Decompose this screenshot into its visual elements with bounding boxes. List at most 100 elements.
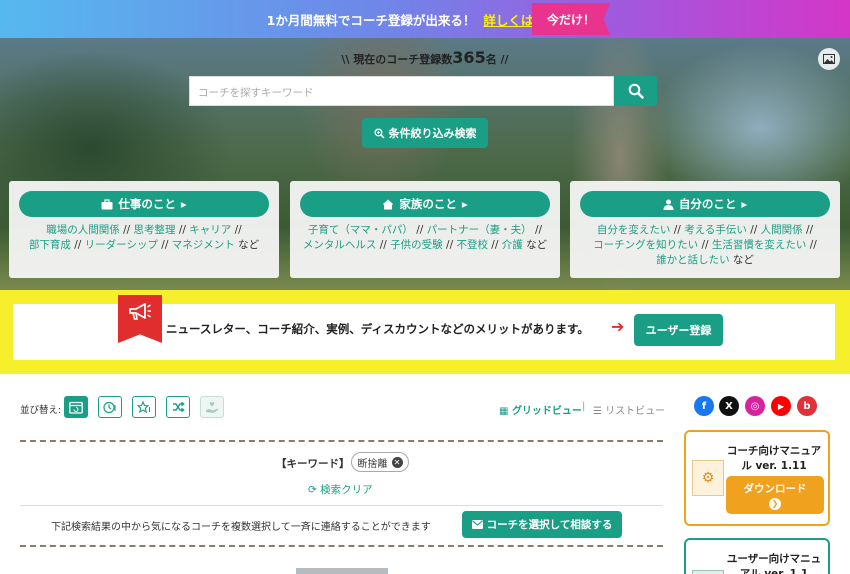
coach-manual-title: コーチ向けマニュアル ver. 1.11 [726, 445, 822, 472]
bulk-contact-button[interactable]: コーチを選択して相談する [462, 511, 622, 538]
coach-count-suffix: 名 // [485, 53, 509, 66]
category-card-family: 家族のこと ▸ 子育て（ママ・パパ） // パートナー（妻・夫） // メンタル… [290, 181, 560, 278]
sort-time-button[interactable] [98, 396, 122, 418]
coach-manual-card: ⚙ コーチ向けマニュアル ver. 1.11 ダウンロード ❯ [684, 430, 830, 526]
category-link[interactable]: パートナー（妻・夫） [427, 224, 532, 236]
divider [20, 440, 663, 442]
briefcase-icon [101, 198, 113, 209]
category-link[interactable]: 思考整理 [134, 224, 176, 236]
x-icon[interactable]: X [719, 396, 739, 416]
bulk-contact-text: 下記検索結果の中から気になるコーチを複数選択して一斉に連絡することができます [51, 522, 431, 533]
mail-icon [471, 520, 483, 529]
today-tag: 今だけ！ [532, 3, 610, 35]
category-link[interactable]: 不登校 [456, 239, 488, 251]
page: 1か月間無料でコーチ登録が出来る！ 詳しくはクリック 今だけ！ \\ 現在のコー… [0, 0, 850, 574]
facebook-icon[interactable]: f [694, 396, 714, 416]
category-link[interactable]: 人間関係 [761, 224, 803, 236]
calendar-refresh-icon [69, 401, 83, 414]
category-links: 自分を変えたい // 考える手伝い // 人間関係 // コーチングを知りたい … [593, 224, 817, 266]
category-link[interactable]: 子供の受験 [390, 239, 443, 251]
shuffle-icon [172, 401, 185, 413]
chevron-right-icon: ❯ [769, 497, 781, 510]
house-icon [382, 199, 394, 209]
instagram-icon[interactable]: ◎ [745, 396, 765, 416]
promo-text: ニュースレター、コーチ紹介、実例、ディスカウントなどのメリットがあります。 [166, 322, 589, 336]
category-tail: など [526, 239, 548, 251]
category-link[interactable]: 介護 [502, 239, 523, 251]
download-button[interactable]: ダウンロード ❯ [726, 476, 824, 514]
sort-care-button[interactable] [200, 396, 224, 418]
list-view-toggle[interactable]: ☰ リストビュー [593, 402, 665, 417]
user-manual-title: ユーザー向けマニュアル ver. 1.1 [726, 553, 822, 574]
clear-search-link[interactable]: ⟳ 検索クリア [308, 482, 373, 497]
megaphone-icon [129, 303, 151, 320]
user-register-button[interactable]: ユーザー登録 [634, 314, 723, 346]
coach-thumbnail[interactable] [296, 568, 388, 574]
person-icon [663, 199, 674, 210]
sort-rating-button[interactable] [132, 396, 156, 418]
clear-search-label: 検索クリア [320, 484, 373, 496]
category-link[interactable]: 子育て（ママ・パパ） [308, 224, 413, 236]
category-title: 家族のこと [399, 197, 457, 211]
youtube-icon[interactable]: ▶ [771, 396, 791, 416]
caret-right-icon: ▸ [741, 197, 748, 211]
hand-heart-icon [206, 401, 218, 413]
close-icon[interactable]: ✕ [391, 456, 403, 468]
list-icon: ☰ [593, 406, 602, 417]
divider [20, 545, 663, 547]
banner-text: 1か月間無料でコーチ登録が出来る！ [266, 12, 476, 28]
top-banner[interactable]: 1か月間無料でコーチ登録が出来る！ 詳しくはクリック [0, 0, 850, 38]
filter-search-button[interactable]: 条件絞り込み検索 [362, 118, 488, 148]
category-link[interactable]: メンタルヘルス [303, 239, 377, 251]
category-link[interactable]: 職場の人間関係 [46, 224, 120, 236]
grid-view-toggle[interactable]: ▦ グリッドビュー [499, 402, 582, 417]
category-link[interactable]: 生活習慣を変えたい [712, 239, 807, 251]
category-link[interactable]: コーチングを知りたい [593, 239, 698, 251]
category-card-self: 自分のこと ▸ 自分を変えたい // 考える手伝い // 人間関係 // コーチ… [570, 181, 840, 278]
category-links: 子育て（ママ・パパ） // パートナー（妻・夫） // メンタルヘルス // 子… [302, 224, 548, 251]
category-link[interactable]: 部下育成 [29, 239, 71, 251]
category-tail: など [732, 254, 754, 266]
category-header-self[interactable]: 自分のこと ▸ [580, 191, 830, 217]
caret-right-icon: ▸ [461, 197, 468, 211]
grid-icon: ▦ [499, 406, 509, 417]
coach-count-number: 365 [452, 48, 486, 67]
search-icon [628, 83, 644, 99]
manual-thumbnail [692, 570, 724, 574]
category-title: 自分のこと [678, 197, 737, 211]
category-header-work[interactable]: 仕事のこと ▸ [19, 191, 269, 217]
keyword-value: 断捨離 [357, 458, 388, 470]
gear-icon: ⚙ [692, 460, 724, 496]
sort-new-button[interactable] [64, 396, 88, 418]
keyword-chip[interactable]: 断捨離 ✕ [351, 452, 409, 472]
category-link[interactable]: リーダーシップ [85, 239, 158, 251]
keyword-label: 【キーワード】 [276, 458, 350, 470]
filter-search-label: 条件絞り込み検索 [388, 127, 477, 140]
caret-right-icon: ▸ [180, 197, 187, 211]
sort-random-button[interactable] [166, 396, 190, 418]
download-label: ダウンロード [743, 482, 807, 495]
image-icon[interactable] [818, 48, 840, 70]
coach-count: \\ 現在のコーチ登録数365名 // [0, 48, 850, 67]
category-card-work: 仕事のこと ▸ 職場の人間関係 // 思考整理 // キャリア // 部下育成 … [9, 181, 279, 278]
category-title: 仕事のこと [118, 197, 176, 211]
category-link[interactable]: マネジメント [172, 239, 235, 251]
clock-icon [103, 401, 116, 413]
arrow-right-icon: ➔ [611, 317, 625, 336]
search-button[interactable] [614, 76, 657, 106]
bulk-contact-label: コーチを選択して相談する [486, 519, 613, 531]
category-link[interactable]: 自分を変えたい [597, 224, 671, 236]
category-link[interactable]: 考える手伝い [684, 224, 747, 236]
refresh-icon: ⟳ [308, 484, 317, 496]
hero-section: \\ 現在のコーチ登録数365名 // コーチを探すキーワード 条件絞り込み検索… [0, 38, 850, 290]
category-link[interactable]: キャリア [189, 224, 231, 236]
view-separator: | [582, 401, 586, 412]
category-link[interactable]: 誰かと話したい [656, 254, 730, 266]
star-icon [137, 400, 150, 413]
sort-label: 並び替え: [20, 405, 62, 416]
search-input[interactable]: コーチを探すキーワード [189, 76, 614, 106]
category-header-family[interactable]: 家族のこと ▸ [300, 191, 550, 217]
search-plus-icon [373, 127, 385, 139]
user-manual-card: ユーザー向けマニュアル ver. 1.1 [684, 538, 830, 574]
blog-icon[interactable]: b [797, 396, 817, 416]
